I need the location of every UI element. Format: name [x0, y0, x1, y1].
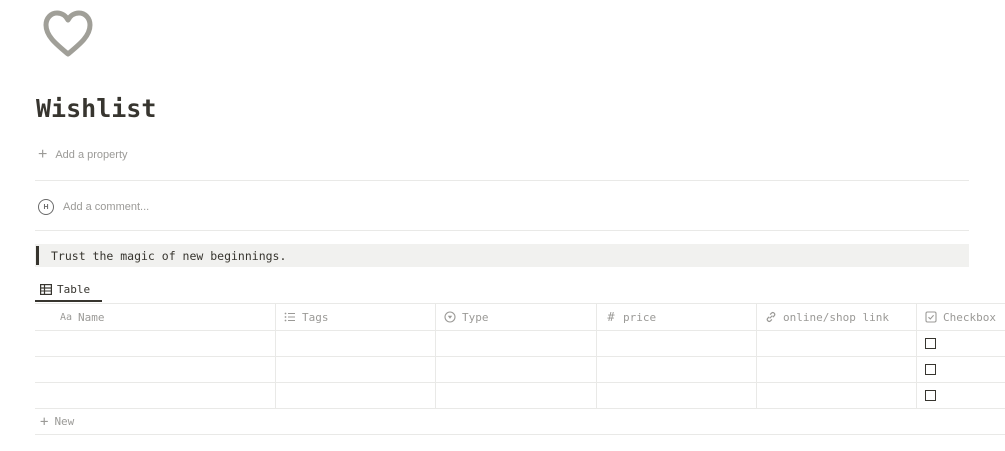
tab-label: Table	[57, 282, 91, 296]
checkbox-icon	[925, 311, 937, 323]
column-header-tags[interactable]: Tags	[276, 304, 436, 330]
row-checkbox[interactable]	[925, 338, 936, 349]
column-header-price[interactable]: # price	[597, 304, 757, 330]
price-cell[interactable]	[597, 383, 757, 408]
name-cell[interactable]	[35, 331, 276, 356]
type-cell[interactable]	[436, 357, 597, 382]
plus-icon: +	[40, 413, 49, 430]
new-label: New	[54, 415, 75, 428]
column-label: Type	[462, 310, 489, 324]
row-checkbox[interactable]	[925, 364, 936, 375]
aa-text-icon: Aa	[60, 311, 73, 323]
divider	[35, 180, 969, 181]
hash-icon: #	[607, 310, 615, 324]
name-cell[interactable]	[35, 383, 276, 408]
table-icon	[40, 283, 52, 295]
add-property-label: Add a property	[55, 149, 128, 161]
column-header-checkbox[interactable]: Checkbox	[917, 304, 1005, 330]
column-header-link[interactable]: online/shop link	[757, 304, 917, 330]
name-cell[interactable]	[35, 357, 276, 382]
tags-cell[interactable]	[276, 331, 436, 356]
column-label: Checkbox	[943, 310, 996, 324]
tags-cell[interactable]	[276, 383, 436, 408]
table-header-row: Aa Name Tags Type # price online/shop li…	[35, 303, 1005, 331]
column-label: online/shop link	[783, 310, 889, 324]
price-cell[interactable]	[597, 331, 757, 356]
type-cell[interactable]	[436, 331, 597, 356]
link-icon	[766, 312, 776, 322]
column-label: Name	[78, 310, 105, 324]
checkbox-cell	[917, 357, 1005, 382]
table-row	[35, 383, 1005, 409]
column-header-name[interactable]: Aa Name	[35, 304, 276, 330]
avatar: H	[38, 199, 54, 215]
quote-block[interactable]: Trust the magic of new beginnings.	[35, 244, 969, 267]
tab-table[interactable]: Table	[35, 278, 102, 302]
link-cell[interactable]	[757, 331, 917, 356]
quote-bar	[36, 246, 39, 265]
column-label: Tags	[302, 310, 329, 324]
table-row	[35, 331, 1005, 357]
add-property-button[interactable]: + Add a property	[38, 146, 128, 164]
plus-icon: +	[38, 146, 48, 163]
column-label: price	[623, 310, 657, 324]
column-header-type[interactable]: Type	[436, 304, 597, 330]
heart-icon[interactable]	[40, 8, 96, 60]
divider	[35, 230, 969, 231]
comment-input[interactable]: H Add a comment...	[38, 198, 149, 216]
type-cell[interactable]	[436, 383, 597, 408]
table-row	[35, 357, 1005, 383]
checkbox-cell	[917, 331, 1005, 356]
comment-placeholder: Add a comment...	[63, 201, 150, 213]
new-row-button[interactable]: + New	[35, 409, 1005, 435]
row-checkbox[interactable]	[925, 390, 936, 401]
database-table: Aa Name Tags Type # price online/shop li…	[35, 303, 1005, 435]
link-cell[interactable]	[757, 357, 917, 382]
quote-text: Trust the magic of new beginnings.	[51, 248, 287, 263]
list-icon	[284, 312, 295, 322]
link-cell[interactable]	[757, 383, 917, 408]
tags-cell[interactable]	[276, 357, 436, 382]
select-circle-icon	[444, 311, 456, 323]
checkbox-cell	[917, 383, 1005, 408]
price-cell[interactable]	[597, 357, 757, 382]
page-title[interactable]: Wishlist	[36, 94, 156, 123]
